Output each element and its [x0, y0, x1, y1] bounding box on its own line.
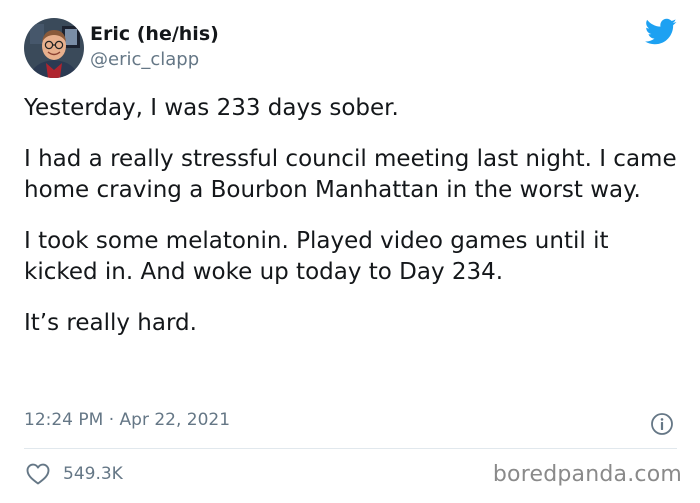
tweet-paragraph: It’s really hard. [24, 310, 197, 336]
like-button[interactable]: 549.3K [26, 463, 123, 485]
heart-icon [26, 463, 50, 485]
author-block: Eric (he/his) @eric_clapp [90, 22, 219, 73]
tweet-card: Eric (he/his) @eric_clapp Yesterday, I w… [0, 0, 700, 503]
author-handle[interactable]: @eric_clapp [90, 47, 219, 73]
author-display-name[interactable]: Eric (he/his) [90, 22, 219, 46]
watermark: boredpanda.com [492, 462, 682, 487]
divider [24, 448, 677, 449]
tweet-paragraph: Yesterday, I was 233 days sober. [24, 95, 399, 121]
tweet-body: Yesterday, I was 233 days sober. I had a… [24, 93, 684, 359]
info-icon[interactable] [650, 412, 674, 436]
like-count: 549.3K [63, 464, 123, 484]
tweet-paragraph: I took some melatonin. Played video game… [24, 228, 609, 285]
twitter-bird-icon[interactable] [644, 18, 677, 48]
avatar-image [24, 18, 84, 78]
tweet-paragraph: I had a really stressful council meeting… [24, 146, 677, 203]
avatar[interactable] [24, 18, 84, 78]
tweet-timestamp[interactable]: 12:24 PM · Apr 22, 2021 [24, 410, 230, 430]
